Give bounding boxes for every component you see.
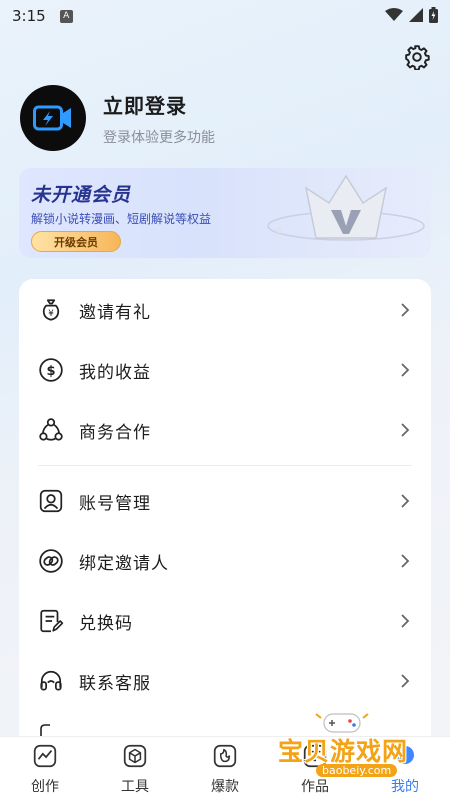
chevron-right-icon: [401, 614, 410, 628]
app-logo-icon: [33, 105, 71, 131]
chevron-right-icon: [401, 674, 410, 688]
settings-button[interactable]: [404, 44, 430, 71]
login-subtitle: 登录体验更多功能: [103, 129, 215, 146]
chevron-right-icon: [401, 423, 410, 437]
create-icon: [33, 744, 57, 768]
menu-label: 兑换码: [79, 613, 133, 634]
watermark-url: baobeiy.com: [316, 764, 398, 777]
headset-icon: [40, 670, 62, 691]
chevron-right-icon: [401, 494, 410, 508]
menu-item-earnings[interactable]: $ 我的收益: [19, 340, 431, 400]
nav-label: 创作: [31, 779, 59, 795]
user-account-icon: [39, 489, 63, 513]
profile-header[interactable]: 立即登录 登录体验更多功能: [20, 85, 215, 151]
menu-label: 账号管理: [79, 493, 151, 514]
status-time: 3:15: [12, 7, 46, 25]
menu-item-account[interactable]: 账号管理: [19, 471, 431, 531]
nav-tab-hot[interactable]: 爆款: [180, 737, 270, 800]
vip-crown-icon: [267, 174, 425, 241]
menu-divider: [38, 465, 412, 466]
nav-tab-create[interactable]: 创作: [0, 737, 90, 800]
avatar[interactable]: [20, 85, 86, 151]
svg-text:$: $: [46, 364, 55, 379]
menu-label: 商务合作: [79, 422, 151, 443]
vip-description: 解锁小说转漫画、短剧解说等权益: [31, 212, 212, 226]
chevron-right-icon: [401, 303, 410, 317]
menu-item-customer-service[interactable]: 联系客服: [19, 651, 431, 711]
link-icon: [39, 549, 63, 573]
menu-item-bind-inviter[interactable]: 绑定邀请人: [19, 531, 431, 591]
signal-icon: [409, 8, 423, 22]
redeem-code-icon: [40, 609, 64, 633]
menu-item-redeem-code[interactable]: 兑换码: [19, 591, 431, 651]
login-title[interactable]: 立即登录: [103, 90, 215, 119]
dollar-circle-icon: $: [39, 358, 63, 382]
chevron-right-icon: [401, 363, 410, 377]
battery-icon: [429, 7, 438, 23]
menu-card: ¥ 邀请有礼 $ 我的收益 商务合作 账号管理 绑定邀请人 兑换码 联系客服: [19, 279, 431, 739]
hot-icon: [213, 744, 237, 768]
menu-label: 绑定邀请人: [79, 553, 169, 574]
status-indicators: [385, 7, 438, 23]
vip-title: 未开通会员: [31, 184, 132, 206]
status-bar: 3:15 A: [0, 0, 450, 32]
vip-banner[interactable]: 未开通会员 解锁小说转漫画、短剧解说等权益 开级会员: [19, 168, 431, 258]
toolbox-icon: [123, 744, 147, 768]
notification-icon: A: [59, 9, 73, 23]
menu-label: 邀请有礼: [79, 302, 151, 323]
watermark-text: 宝贝游戏网: [278, 737, 409, 766]
watermark: 宝贝游戏网 baobeiy.com: [272, 708, 422, 788]
nav-label: 爆款: [211, 779, 239, 795]
nav-tab-tools[interactable]: 工具: [90, 737, 180, 800]
menu-item-invite[interactable]: ¥ 邀请有礼: [19, 280, 431, 340]
chevron-right-icon: [401, 554, 410, 568]
share-nodes-icon: [39, 418, 63, 441]
menu-label: 联系客服: [79, 673, 151, 694]
menu-item-business[interactable]: 商务合作: [19, 400, 431, 460]
nav-label: 工具: [121, 779, 149, 795]
money-bag-icon: ¥: [42, 299, 60, 321]
gear-icon: [405, 45, 430, 71]
svg-text:¥: ¥: [48, 309, 54, 319]
wifi-icon: [385, 8, 403, 21]
upgrade-vip-button[interactable]: 开级会员: [31, 231, 121, 252]
menu-label: 我的收益: [79, 362, 151, 383]
